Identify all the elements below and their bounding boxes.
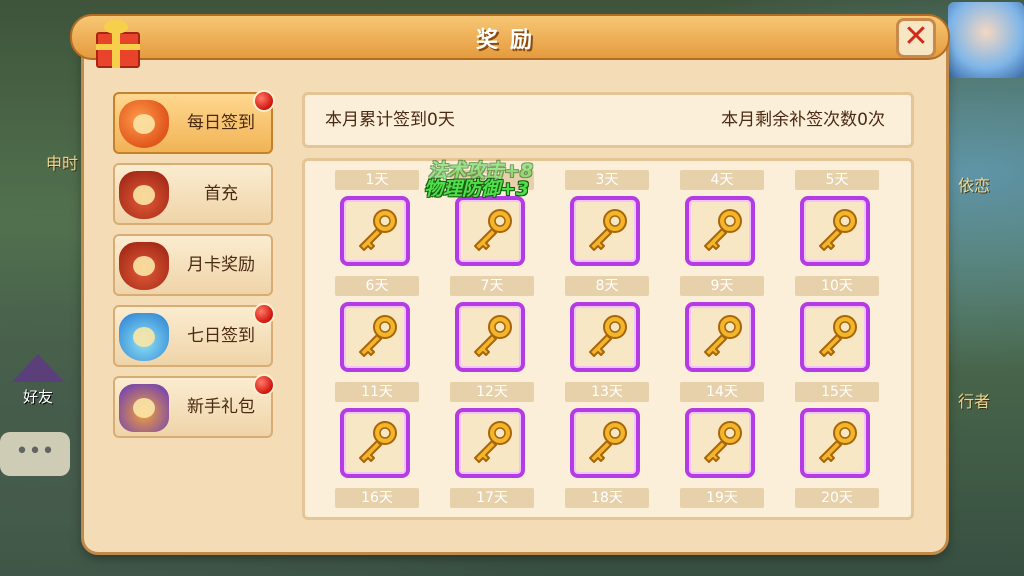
reward-slot[interactable] xyxy=(455,302,525,372)
menu-item-daily-checkin[interactable]: 每日签到 xyxy=(113,90,275,154)
day-label: 19天 xyxy=(680,488,764,508)
day-label: 15天 xyxy=(795,382,879,402)
day-label: 9天 xyxy=(680,276,764,296)
notification-badge xyxy=(253,374,275,396)
day-label: 14天 xyxy=(680,382,764,402)
reward-slot[interactable] xyxy=(800,302,870,372)
day-label: 12天 xyxy=(450,382,534,402)
scene-text-right-2: 行者 xyxy=(958,392,991,411)
checkin-info-bar: 本月累计签到0天 本月剩余补签次数0次 xyxy=(302,92,914,148)
friend-button[interactable]: 好友 xyxy=(8,354,68,410)
day-label: 17天 xyxy=(450,488,534,508)
day-label: 18天 xyxy=(565,488,649,508)
floating-stat-text: 物理防御+3 xyxy=(424,178,530,200)
reward-slot[interactable] xyxy=(800,408,870,478)
reward-slot[interactable] xyxy=(685,196,755,266)
total-checkin-text: 本月累计签到0天 xyxy=(325,110,455,130)
friend-hat-icon xyxy=(12,354,64,382)
reward-slot[interactable] xyxy=(455,408,525,478)
gift-pack-icon xyxy=(119,384,169,432)
coin-bag-icon xyxy=(119,100,169,148)
reward-slot[interactable] xyxy=(340,408,410,478)
day-label: 6天 xyxy=(335,276,419,296)
notification-badge xyxy=(253,90,275,112)
day-label: 5天 xyxy=(795,170,879,190)
day-label: 10天 xyxy=(795,276,879,296)
day-label: 7天 xyxy=(450,276,534,296)
speech-bubble-icon[interactable]: ••• xyxy=(0,432,70,476)
day-label: 3天 xyxy=(565,170,649,190)
menu-item-label: 首充 xyxy=(204,184,238,204)
blue-bag-icon xyxy=(119,313,169,361)
money-bag-icon xyxy=(119,242,169,290)
reward-menu: 每日签到 首充 月卡奖励 七日签到 新手礼包 xyxy=(113,90,275,447)
scene-text-right-1: 依恋 xyxy=(958,176,991,195)
menu-item-newbie-pack[interactable]: 新手礼包 xyxy=(113,374,275,438)
gift-icon xyxy=(92,18,140,68)
day-label: 16天 xyxy=(335,488,419,508)
reward-slot[interactable] xyxy=(800,196,870,266)
menu-item-first-recharge[interactable]: 首充 xyxy=(113,163,273,225)
reward-slot[interactable] xyxy=(685,302,755,372)
money-bag-icon xyxy=(119,171,169,219)
reward-slot[interactable] xyxy=(570,408,640,478)
remaining-makeup-text: 本月剩余补签次数0次 xyxy=(721,110,885,130)
menu-item-label: 月卡奖励 xyxy=(187,255,255,275)
day-label: 4天 xyxy=(680,170,764,190)
reward-slot[interactable] xyxy=(570,302,640,372)
reward-slot[interactable] xyxy=(685,408,755,478)
day-label: 1天 xyxy=(335,170,419,190)
day-label: 11天 xyxy=(335,382,419,402)
day-label: 8天 xyxy=(565,276,649,296)
reward-slot[interactable] xyxy=(340,302,410,372)
player-avatar[interactable] xyxy=(948,2,1024,78)
friend-label: 好友 xyxy=(22,388,53,406)
notification-badge xyxy=(253,303,275,325)
day-label: 20天 xyxy=(795,488,879,508)
scene-text-left: 申时 xyxy=(46,154,79,173)
day-label: 13天 xyxy=(565,382,649,402)
reward-slot[interactable] xyxy=(455,196,525,266)
menu-item-seven-day-checkin[interactable]: 七日签到 xyxy=(113,303,275,367)
reward-slot[interactable] xyxy=(570,196,640,266)
menu-item-month-card[interactable]: 月卡奖励 xyxy=(113,234,273,296)
reward-slot[interactable] xyxy=(340,196,410,266)
dialog-title: 奖励 xyxy=(475,28,544,53)
close-icon[interactable]: ✕ xyxy=(896,18,936,58)
